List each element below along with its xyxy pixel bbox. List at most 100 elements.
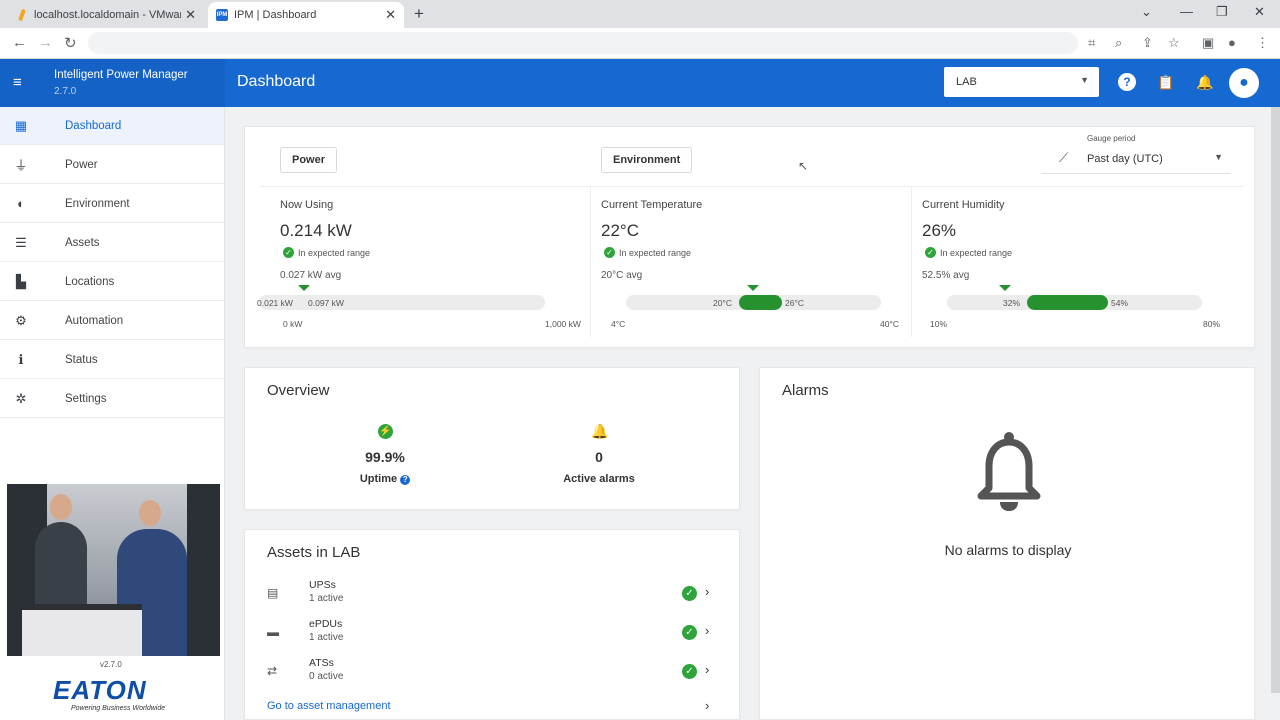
asset-row-ups[interactable]: ▤ UPSs 1 active ✓ ›: [245, 572, 740, 611]
plug-icon: ⏚: [14, 158, 28, 173]
sidebar-item-automation[interactable]: ⚙ Automation: [0, 302, 224, 340]
metric-value: 0.214 kW: [280, 221, 352, 240]
metric-status-text: In expected range: [298, 247, 371, 258]
metric-status: ✓ In expected range: [283, 247, 370, 258]
gauge-max: 80%: [1203, 319, 1221, 329]
sidepanel-icon[interactable]: ▣: [1202, 35, 1214, 51]
gauge-track: [259, 295, 545, 310]
translate-icon[interactable]: ⌗: [1088, 35, 1095, 51]
metric-avg: 0.027 kW avg: [280, 270, 342, 281]
zoom-icon[interactable]: ⌕: [1115, 35, 1122, 51]
assets-card: Assets in LAB ▤ UPSs 1 active ✓ › ▬ ePDU…: [244, 529, 740, 720]
browser-tab-ipm[interactable]: IPM IPM | Dashboard ✕: [208, 2, 404, 28]
chevron-right-icon[interactable]: ›: [705, 662, 709, 677]
range-low: 32%: [1003, 298, 1021, 308]
chevron-right-icon[interactable]: ›: [705, 623, 709, 638]
ups-icon: ▤: [267, 586, 279, 600]
brand-block: ≡ Intelligent Power Manager 2.7.0: [0, 59, 225, 107]
asset-status: 1 active: [309, 593, 344, 604]
notifications-bell-icon[interactable]: 🔔: [1196, 73, 1214, 91]
sidebar-item-settings[interactable]: ✲ Settings: [0, 380, 224, 418]
user-avatar-icon[interactable]: ●: [1229, 68, 1259, 98]
site-select-value: LAB: [956, 76, 977, 88]
metric-status: ✓ In expected range: [604, 247, 691, 258]
sidebar-item-environment[interactable]: ◐ Environment: [0, 185, 224, 223]
bookmark-star-icon[interactable]: ☆: [1168, 35, 1180, 51]
divider: [590, 187, 591, 337]
help-icon[interactable]: ?: [1118, 73, 1136, 91]
tab-title: IPM | Dashboard: [234, 9, 317, 21]
card-title: Overview: [267, 382, 330, 399]
app-name: Intelligent Power Manager: [54, 69, 188, 81]
close-window-icon[interactable]: ✕: [1254, 4, 1265, 20]
profile-icon[interactable]: ●: [1228, 35, 1236, 50]
tab-environment[interactable]: Environment: [601, 147, 693, 173]
gauge-min: 0 kW: [283, 319, 303, 329]
sidebar-item-assets[interactable]: ☰ Assets: [0, 224, 224, 262]
page-title: Dashboard: [237, 73, 316, 90]
info-icon[interactable]: ?: [400, 475, 411, 485]
address-input[interactable]: [88, 32, 1078, 54]
check-icon: ✓: [604, 247, 615, 258]
active-alarms-value: 0: [595, 449, 603, 465]
sidebar-item-status[interactable]: ℹ Status: [0, 341, 224, 379]
reload-icon[interactable]: ↻: [64, 34, 77, 52]
range-high: 54%: [1111, 298, 1129, 308]
sidebar-item-label: Locations: [65, 275, 115, 288]
check-icon: ✓: [682, 664, 697, 679]
metric-status-text: In expected range: [940, 247, 1013, 258]
back-icon[interactable]: ←: [12, 34, 27, 51]
close-tab-icon[interactable]: ✕: [185, 7, 196, 23]
sidebar-item-locations[interactable]: ▙ Locations: [0, 263, 224, 301]
metric-status-text: In expected range: [619, 247, 692, 258]
gauges-card: Power Environment ⟋ Gauge period Past da…: [244, 126, 1255, 348]
chevron-right-icon[interactable]: ›: [705, 584, 709, 599]
menu-toggle-icon[interactable]: ≡: [13, 74, 22, 91]
gauge-max: 40°C: [880, 319, 899, 329]
asset-row-epdu[interactable]: ▬ ePDUs 1 active ✓ ›: [245, 611, 740, 650]
power-bolt-icon: ⚡: [378, 424, 393, 439]
locations-icon: ▙: [16, 273, 26, 289]
metric-title: Current Humidity: [922, 199, 1005, 211]
new-tab-icon[interactable]: +: [414, 4, 424, 24]
browser-tab-vmware[interactable]: localhost.localdomain - VMware ✕: [8, 2, 204, 28]
minimize-icon[interactable]: —: [1180, 4, 1193, 19]
uptime-label: Uptime: [359, 473, 398, 485]
gauge-period-select[interactable]: ⟋ Gauge period Past day (UTC) ▼: [1041, 134, 1231, 174]
metric-avg: 52.5% avg: [922, 270, 970, 281]
gauge-min: 10%: [930, 319, 948, 329]
environment-icon: ◐: [17, 196, 25, 211]
tab-title: localhost.localdomain - VMware: [34, 9, 182, 21]
browser-menu-icon[interactable]: ⋮: [1256, 35, 1269, 51]
overview-card: Overview ⚡ 99.9% Uptime ? 🔔 0 Active ala…: [244, 367, 740, 510]
chevron-right-icon[interactable]: ›: [705, 698, 709, 713]
restore-icon[interactable]: ❐: [1216, 4, 1228, 20]
gauge-expected-range: [739, 295, 782, 310]
page-scrollbar[interactable]: [1271, 107, 1280, 693]
presenter-head: [50, 494, 72, 520]
uptime-value: 99.9%: [365, 449, 405, 465]
close-tab-icon[interactable]: ✕: [385, 7, 396, 23]
gauge-period-value: Past day (UTC): [1087, 153, 1163, 165]
forward-icon[interactable]: →: [38, 34, 53, 51]
share-icon[interactable]: ⇪: [1142, 35, 1153, 51]
sidebar-item-label: Automation: [65, 314, 124, 327]
asset-management-link[interactable]: Go to asset management: [267, 700, 391, 712]
card-title: Assets in LAB: [267, 544, 361, 561]
clipboard-icon[interactable]: 📋: [1157, 73, 1175, 91]
gauge-max: 1,000 kW: [545, 319, 581, 329]
divider: [911, 187, 912, 337]
asset-row-ats[interactable]: ⇄ ATSs 0 active ✓ ›: [245, 650, 740, 689]
sidebar-item-power[interactable]: ⏚ Power: [0, 146, 224, 184]
alarm-bell-icon: 🔔: [591, 423, 609, 439]
dashboard-icon: ▦: [14, 117, 28, 133]
metric-value: 22°C: [601, 221, 639, 240]
gauge-expected-range: [1027, 295, 1108, 310]
site-select[interactable]: LAB ▼: [944, 67, 1099, 97]
avg-marker: [999, 285, 1011, 291]
gauge-period-label: Gauge period: [1087, 134, 1136, 143]
tab-power[interactable]: Power: [280, 147, 338, 173]
check-icon: ✓: [925, 247, 936, 258]
sidebar-item-dashboard[interactable]: ▦ Dashboard: [0, 107, 224, 145]
tab-search-icon[interactable]: ⌄: [1141, 4, 1152, 20]
